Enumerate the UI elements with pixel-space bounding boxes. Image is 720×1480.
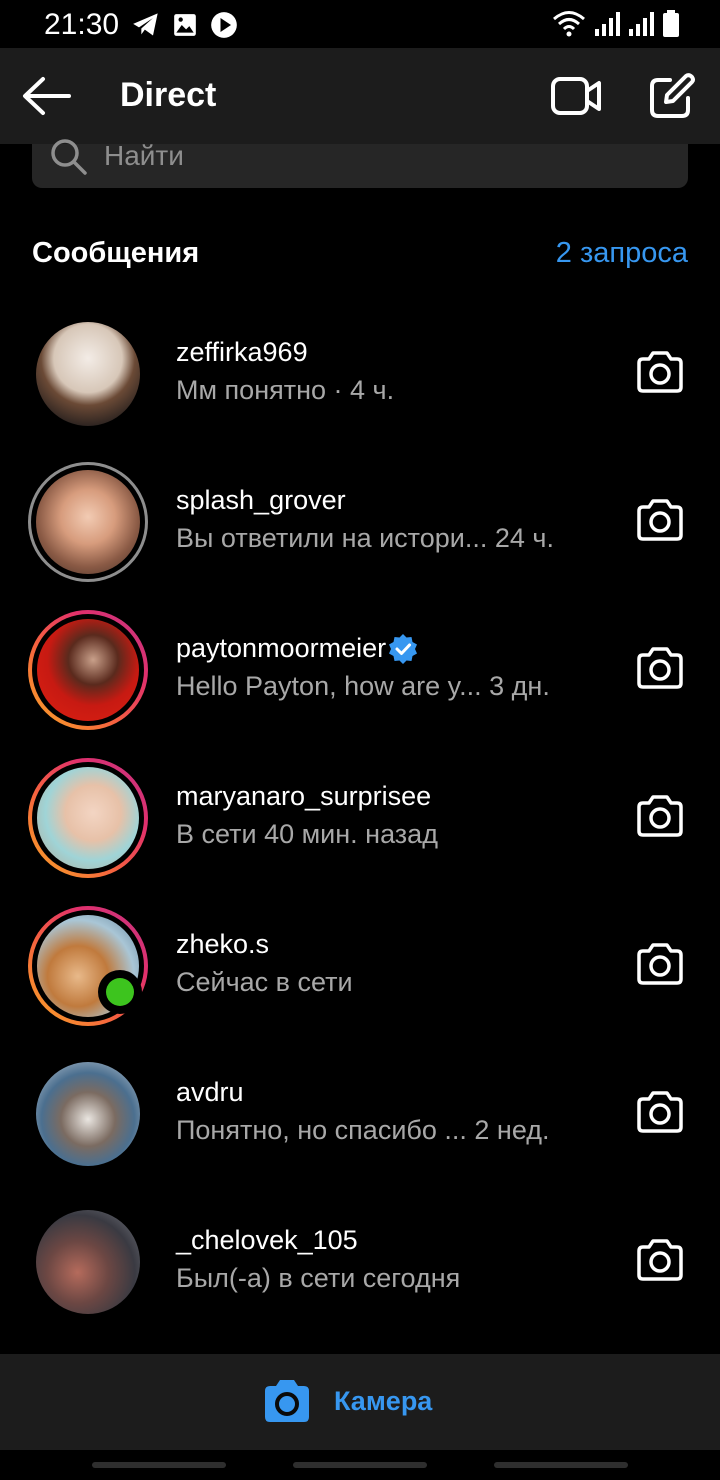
avatar[interactable]: [28, 462, 148, 582]
search-icon: [51, 139, 87, 175]
thread-username: zheko.s: [176, 929, 270, 959]
new-message-button[interactable]: [644, 68, 700, 124]
thread-preview: Понятно, но спасибо ... 2 нед.: [176, 1115, 550, 1145]
page-title: Direct: [120, 76, 217, 114]
avatar-image: [36, 1062, 140, 1166]
camera-icon: [637, 1091, 683, 1133]
status-bar: 21:30: [0, 0, 720, 48]
video-call-button[interactable]: [548, 70, 604, 122]
app-header: Direct: [0, 48, 720, 144]
status-notification-icons: [132, 11, 238, 39]
camera-icon: [637, 1239, 683, 1281]
thread-username: _chelovek_105: [176, 1225, 358, 1255]
battery-icon: [663, 10, 679, 37]
camera-icon: [637, 647, 683, 689]
thread-row[interactable]: zheko.s Сейчас в сети: [0, 892, 720, 1040]
camera-icon: [265, 1380, 309, 1422]
thread-row[interactable]: zeffirka969 Мм понятно · 4 ч.: [0, 300, 720, 448]
messages-section-title: Сообщения: [32, 237, 200, 269]
thread-camera-button[interactable]: [634, 496, 686, 544]
camera-button-label[interactable]: Камера: [334, 1386, 432, 1417]
status-time: 21:30: [44, 8, 120, 41]
camera-bar[interactable]: Камера: [0, 1354, 720, 1450]
avatar[interactable]: [28, 758, 148, 878]
play-icon: [211, 12, 237, 38]
thread-username: avdru: [176, 1077, 244, 1107]
thread-preview: Вы ответили на истори... 24 ч.: [176, 523, 554, 553]
thread-camera-button[interactable]: [634, 792, 686, 840]
avatar-image: [37, 767, 139, 869]
camera-icon: [637, 795, 683, 837]
avatar-image: [36, 1210, 140, 1314]
thread-username: paytonmoormeier: [176, 633, 418, 664]
thread-camera-button[interactable]: [634, 940, 686, 988]
avatar[interactable]: [28, 610, 148, 730]
thread-preview: Был(-а) в сети сегодня: [176, 1263, 461, 1293]
thread-preview: Сейчас в сети: [176, 967, 353, 997]
compose-icon: [650, 73, 695, 118]
thread-row[interactable]: splash_grover Вы ответили на истори... 2…: [0, 448, 720, 596]
signal-icon: [595, 12, 620, 36]
signal-icon: [629, 12, 654, 36]
avatar[interactable]: [28, 314, 148, 434]
thread-row[interactable]: avdru Понятно, но спасибо ... 2 нед.: [0, 1040, 720, 1188]
search-input[interactable]: [104, 138, 664, 174]
thread-camera-button[interactable]: [634, 644, 686, 692]
thread-row[interactable]: _chelovek_105 Был(-а) в сети сегодня: [0, 1188, 720, 1336]
thread-username: zeffirka969: [176, 337, 308, 367]
wifi-icon: [553, 11, 585, 37]
status-system-icons: [552, 10, 680, 38]
camera-icon: [637, 499, 683, 541]
thread-preview: В сети 40 мин. назад: [176, 819, 438, 849]
back-button[interactable]: [18, 70, 74, 122]
thread-preview: Мм понятно · 4 ч.: [176, 375, 395, 405]
system-navigation-bar: [0, 1450, 720, 1480]
nav-recents-handle[interactable]: [92, 1462, 226, 1468]
video-camera-icon: [551, 77, 601, 115]
camera-icon: [637, 943, 683, 985]
camera-icon: [637, 351, 683, 393]
avatar[interactable]: [28, 1202, 148, 1322]
thread-camera-button[interactable]: [634, 1236, 686, 1284]
thread-username: splash_grover: [176, 485, 346, 515]
search-bar[interactable]: [32, 138, 688, 188]
arrow-left-icon: [23, 77, 71, 115]
image-icon: [174, 14, 196, 36]
message-requests-link[interactable]: 2 запроса: [556, 237, 688, 270]
thread-camera-button[interactable]: [634, 348, 686, 396]
telegram-icon: [133, 13, 158, 36]
nav-back-handle[interactable]: [494, 1462, 628, 1468]
avatar-image: [37, 619, 139, 721]
verified-badge-icon: [389, 633, 418, 664]
online-status-indicator: [98, 970, 142, 1014]
nav-home-handle[interactable]: [293, 1462, 427, 1468]
thread-preview: Hello Payton, how are y... 3 дн.: [176, 671, 550, 701]
thread-username: maryanaro_surprisee: [176, 781, 432, 811]
thread-row[interactable]: maryanaro_surprisee В сети 40 мин. назад: [0, 744, 720, 892]
thread-camera-button[interactable]: [634, 1088, 686, 1136]
avatar[interactable]: [28, 1054, 148, 1174]
avatar-image: [36, 470, 140, 574]
avatar-image: [36, 322, 140, 426]
thread-row[interactable]: paytonmoormeier Hello Payton, how are y.…: [0, 596, 720, 744]
